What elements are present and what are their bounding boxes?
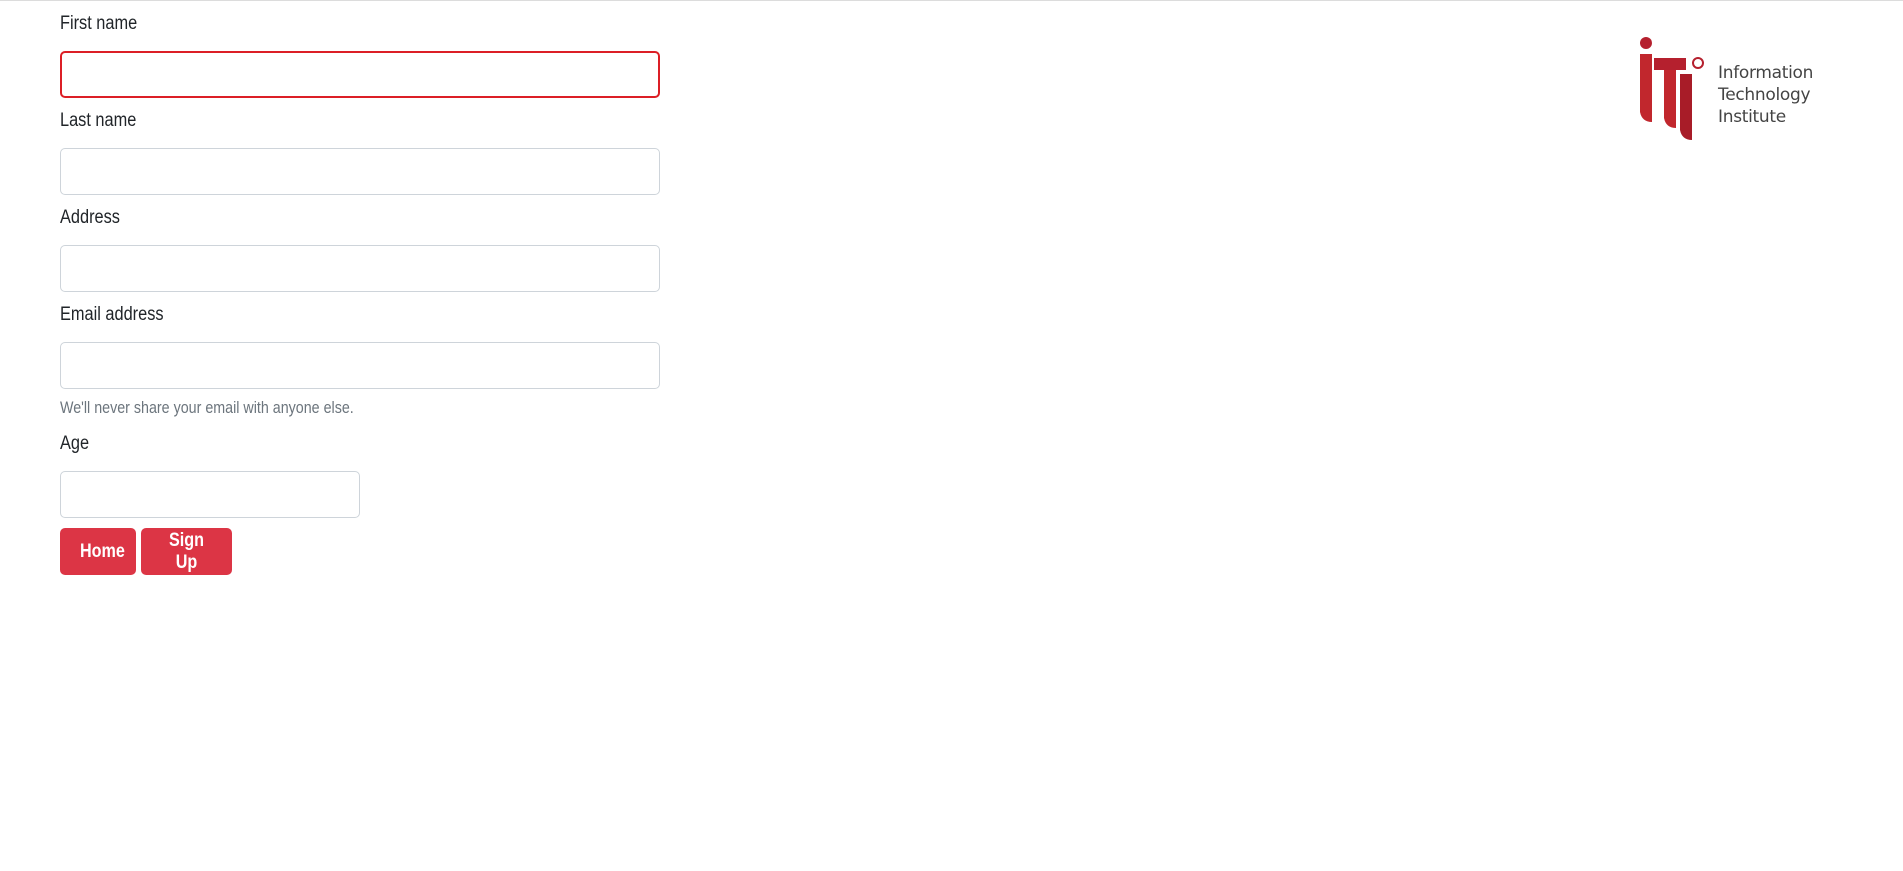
- first-name-label: First name: [60, 13, 138, 34]
- email-group: Email address We'll never share your ema…: [60, 303, 660, 420]
- email-input[interactable]: [60, 342, 660, 389]
- logo-line-2: Technology: [1718, 85, 1811, 105]
- logo-line-3: Institute: [1718, 107, 1786, 127]
- first-name-input[interactable]: [60, 51, 660, 98]
- iti-logo-icon: [1640, 37, 1704, 140]
- logo-line-1: Information: [1718, 63, 1814, 83]
- signup-form: First name Last name Address Email addre…: [60, 12, 660, 575]
- sign-up-button[interactable]: Sign Up: [141, 528, 232, 575]
- form-actions: Home Sign Up: [60, 528, 660, 575]
- home-button[interactable]: Home: [60, 528, 136, 575]
- email-help-text: We'll never share your email with anyone…: [60, 398, 354, 417]
- first-name-group: First name: [60, 12, 660, 98]
- top-divider: [0, 0, 1903, 1]
- age-label: Age: [60, 433, 90, 454]
- address-label: Address: [60, 207, 120, 228]
- last-name-label: Last name: [60, 110, 137, 131]
- iti-logo: Information Technology Institute: [1636, 36, 1826, 144]
- age-group: Age: [60, 432, 660, 518]
- last-name-input[interactable]: [60, 148, 660, 195]
- sign-up-button-label: Sign Up: [168, 529, 204, 573]
- age-input[interactable]: [60, 471, 360, 518]
- home-button-label: Home: [79, 540, 125, 562]
- address-group: Address: [60, 206, 660, 292]
- address-input[interactable]: [60, 245, 660, 292]
- email-label: Email address: [60, 304, 164, 325]
- iti-logo-wordmark: Information Technology Institute: [1718, 62, 1813, 128]
- last-name-group: Last name: [60, 109, 660, 195]
